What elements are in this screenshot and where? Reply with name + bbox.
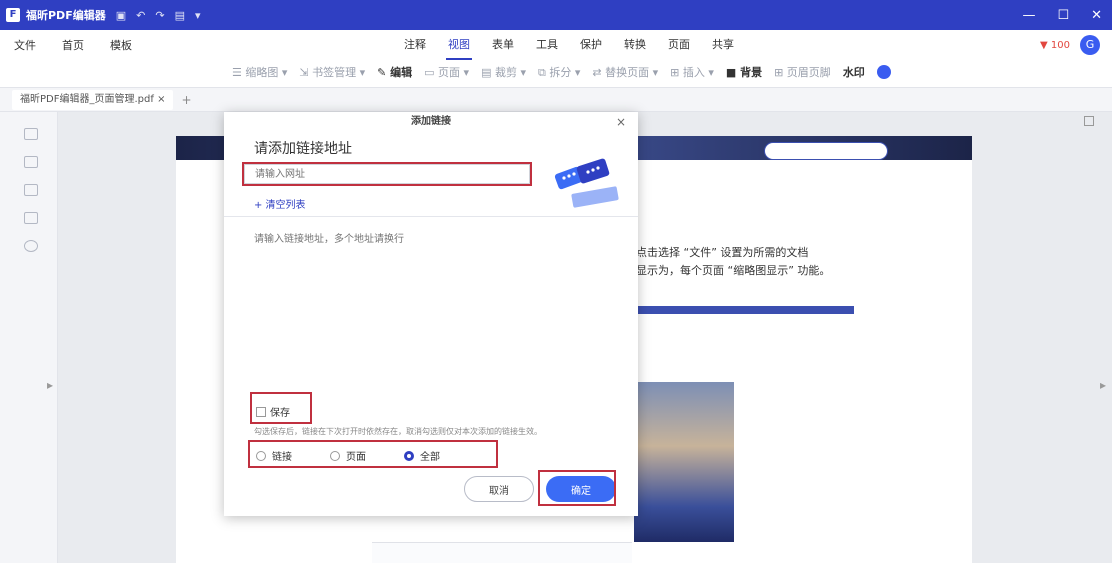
- customize-dropdown-icon[interactable]: ▾: [195, 9, 201, 22]
- dialog-close-icon[interactable]: ×: [614, 112, 628, 132]
- insert-tool[interactable]: ⊞ 插入 ▾: [670, 64, 714, 80]
- layers-icon[interactable]: [24, 184, 38, 196]
- left-sidebar: ▸: [0, 112, 58, 563]
- page-section-bar: [636, 306, 854, 314]
- print-icon[interactable]: ▤: [175, 9, 185, 22]
- floating-page-control[interactable]: [764, 142, 888, 160]
- radio-all-label: 全部: [420, 452, 440, 463]
- header-footer-tool[interactable]: ⊞ 页眉页脚: [774, 64, 831, 80]
- undo-icon[interactable]: ↶: [136, 9, 145, 22]
- maximize-icon[interactable]: ☐: [1057, 8, 1069, 23]
- window-controls: — ☐ ✕: [1022, 0, 1102, 30]
- tab-view[interactable]: 视图: [446, 30, 472, 60]
- thumbnails-icon[interactable]: [24, 128, 38, 140]
- redo-icon[interactable]: ↷: [155, 9, 164, 22]
- save-checkbox-row[interactable]: 保存: [256, 404, 290, 419]
- ribbon-tabs: 注释 视图 表单 工具 保护 转换 页面 共享: [402, 30, 736, 60]
- bookmarks-icon[interactable]: [24, 156, 38, 168]
- radio-page-label: 页面: [346, 452, 366, 463]
- add-tab-icon[interactable]: +: [181, 93, 191, 107]
- clear-list-link[interactable]: + 清空列表: [254, 196, 306, 211]
- tab-protect[interactable]: 保护: [578, 30, 604, 60]
- radio-all[interactable]: [404, 450, 414, 461]
- scope-radio-group: 链接 页面 全部: [256, 448, 440, 463]
- split-tool[interactable]: ⧉ 拆分 ▾: [538, 64, 580, 80]
- ribbon-toolbar: ☰ 缩略图 ▾ ⇲ 书签管理 ▾ ✎ 编辑 ▭ 页面 ▾ ▤ 裁剪 ▾ ⧉ 拆分…: [0, 60, 1112, 88]
- page-text-line-2: 显示为，每个页面 “缩略图显示” 功能。: [636, 264, 831, 277]
- expand-right-panel-icon[interactable]: ▸: [1100, 378, 1106, 392]
- page-text-line-1: 点击选择 “文件” 设置为所需的文档: [636, 246, 809, 259]
- menu-file[interactable]: 文件: [14, 37, 36, 53]
- dialog-heading: 请添加链接地址: [254, 141, 352, 157]
- background-tool[interactable]: ■ 背景: [726, 64, 762, 80]
- tab-form[interactable]: 表单: [490, 30, 516, 60]
- app-title: 福昕PDF编辑器: [26, 9, 106, 22]
- save-checkbox[interactable]: [256, 406, 266, 417]
- save-checkbox-label: 保存: [270, 408, 290, 419]
- save-icon[interactable]: ▣: [116, 9, 126, 22]
- page-photo-image: [634, 382, 734, 542]
- menu-right: ▼ 100 G: [1040, 35, 1100, 55]
- radio-page[interactable]: [330, 450, 340, 461]
- dialog-divider: [224, 216, 638, 217]
- toolbar-tools: ☰ 缩略图 ▾ ⇲ 书签管理 ▾ ✎ 编辑 ▭ 页面 ▾ ▤ 裁剪 ▾ ⧉ 拆分…: [232, 64, 891, 80]
- search-icon[interactable]: [24, 240, 38, 252]
- url-input[interactable]: [244, 164, 530, 184]
- tab-comment[interactable]: 注释: [402, 30, 428, 60]
- save-hint-text: 勾选保存后，链接在下次打开时依然存在，取消勾选则仅对本次添加的链接生效。: [254, 427, 542, 436]
- expand-sidebar-icon[interactable]: ▸: [47, 378, 53, 392]
- thumbnail-tool[interactable]: ☰ 缩略图 ▾: [232, 64, 287, 80]
- tab-tools[interactable]: 工具: [534, 30, 560, 60]
- menu-bar: 文件 首页 模板 注释 视图 表单 工具 保护 转换 页面 共享 ▼ 100 G: [0, 30, 1112, 60]
- radio-link-label: 链接: [272, 452, 292, 463]
- panel-toggle-icon[interactable]: [1084, 116, 1094, 126]
- menu-left: 文件 首页 模板: [14, 37, 132, 53]
- add-link-dialog: 添加链接 × 请添加链接地址 + 清空列表 保存 勾选保存后，链接在下次打开时依…: [224, 112, 638, 516]
- minimize-icon[interactable]: —: [1022, 8, 1035, 23]
- radio-option-page[interactable]: 页面: [330, 448, 366, 463]
- page-body-text: 点击选择 “文件” 设置为所需的文档 显示为，每个页面 “缩略图显示” 功能。: [636, 244, 830, 280]
- document-tab-label: 福昕PDF编辑器_页面管理.pdf: [20, 93, 154, 105]
- dialog-title: 添加链接: [411, 116, 451, 127]
- edit-tool[interactable]: ✎ 编辑: [377, 64, 412, 80]
- vip-badge[interactable]: ▼ 100: [1040, 40, 1070, 51]
- app-logo-icon: F: [6, 8, 20, 22]
- close-tab-icon[interactable]: ×: [157, 94, 165, 105]
- watermark-tool[interactable]: 水印: [843, 64, 865, 80]
- ok-button[interactable]: 确定: [546, 476, 616, 502]
- page-form-strip: [372, 542, 632, 563]
- tab-page[interactable]: 页面: [666, 30, 692, 60]
- menu-home[interactable]: 首页: [62, 37, 84, 53]
- links-textarea[interactable]: [244, 226, 618, 386]
- dialog-buttons: 取消 确定: [464, 476, 616, 502]
- replace-page-tool[interactable]: ⇄ 替换页面 ▾: [592, 64, 658, 80]
- radio-option-link[interactable]: 链接: [256, 448, 292, 463]
- attachment-icon[interactable]: [24, 212, 38, 224]
- document-tab[interactable]: 福昕PDF编辑器_页面管理.pdf ×: [12, 89, 174, 110]
- quick-access-toolbar: ▣ ↶ ↷ ▤ ▾: [116, 9, 201, 22]
- cancel-button[interactable]: 取消: [464, 476, 534, 502]
- menu-template[interactable]: 模板: [110, 37, 132, 53]
- avatar[interactable]: G: [1080, 35, 1100, 55]
- settings-circle-icon[interactable]: [876, 65, 891, 79]
- close-window-icon[interactable]: ✕: [1091, 8, 1102, 23]
- bookmark-tool[interactable]: ⇲ 书签管理 ▾: [299, 64, 365, 80]
- crop-tool[interactable]: ▤ 裁剪 ▾: [481, 64, 526, 80]
- tab-share[interactable]: 共享: [710, 30, 736, 60]
- page-tool[interactable]: ▭ 页面 ▾: [424, 64, 469, 80]
- radio-link[interactable]: [256, 450, 266, 461]
- tab-convert[interactable]: 转换: [622, 30, 648, 60]
- document-tabs: 福昕PDF编辑器_页面管理.pdf × +: [0, 88, 1112, 112]
- radio-option-all[interactable]: 全部: [404, 448, 440, 463]
- link-illustration-icon: [554, 158, 619, 208]
- title-bar: F 福昕PDF编辑器 ▣ ↶ ↷ ▤ ▾ — ☐ ✕: [0, 0, 1112, 30]
